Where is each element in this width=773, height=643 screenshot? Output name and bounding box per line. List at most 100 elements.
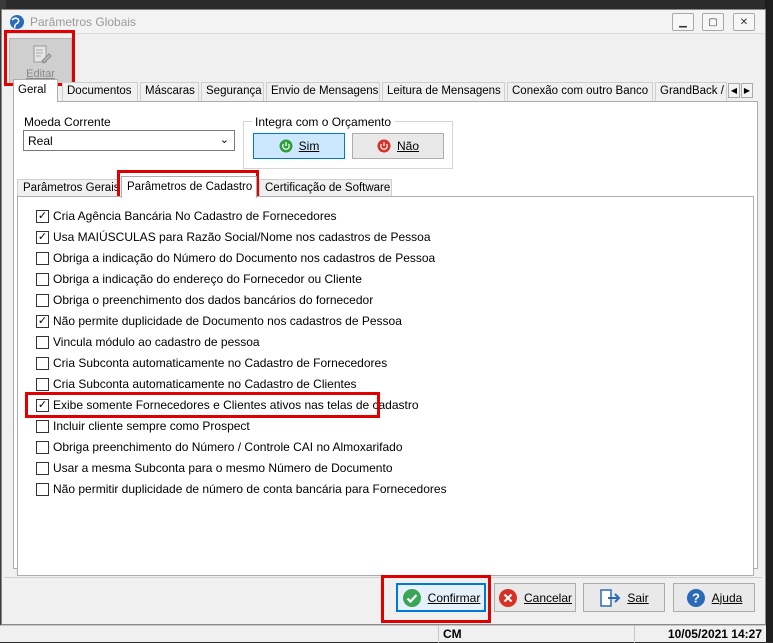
status-datetime: 10/05/2021 14:27 xyxy=(634,626,766,643)
moeda-select[interactable]: Real ⌄ xyxy=(23,130,235,151)
option-row[interactable]: Não permitir duplicidade de número de co… xyxy=(36,480,447,498)
sair-label: Sair xyxy=(627,590,649,605)
option-row[interactable]: ✓ Usa MAIÚSCULAS para Razão Social/Nome n… xyxy=(36,228,431,246)
checkbox-unchecked[interactable] xyxy=(36,272,49,286)
globe-icon xyxy=(10,15,24,29)
close-button[interactable]: ✕ xyxy=(733,13,755,31)
cancelar-button[interactable]: Cancelar xyxy=(494,583,576,612)
option-label: Cria Agência Bancária No Cadastro de For… xyxy=(53,209,337,223)
checkbox-unchecked[interactable] xyxy=(36,251,49,265)
maximize-icon: ▢ xyxy=(708,16,718,28)
option-label: Obriga preenchimento do Número / Control… xyxy=(53,440,403,454)
ajuda-button[interactable]: ? Ajuda xyxy=(673,583,755,612)
option-label: Não permite duplicidade de Documento nos… xyxy=(53,314,402,328)
background-right xyxy=(765,0,773,642)
checkbox-unchecked[interactable] xyxy=(36,461,49,475)
power-on-icon xyxy=(279,139,293,153)
option-label: Obriga o preenchimento dos dados bancári… xyxy=(53,293,374,307)
window-title: Parâmetros Globais xyxy=(30,15,137,29)
option-label: Cria Subconta automaticamente no Cadastr… xyxy=(53,377,357,391)
tab-leitura-mensagens[interactable]: Leitura de Mensagens xyxy=(382,82,505,101)
option-label: Vincula módulo ao cadastro de pessoa xyxy=(53,335,260,349)
tab-seguranca[interactable]: Segurança xyxy=(201,82,264,101)
checkbox-unchecked[interactable] xyxy=(36,356,49,370)
option-row[interactable]: Cria Subconta automaticamente no Cadastr… xyxy=(36,375,357,393)
check-circle-icon xyxy=(402,588,421,607)
checkbox-checked[interactable]: ✓ xyxy=(36,398,49,412)
tab-scroll-right-button[interactable]: ▶ xyxy=(741,83,753,98)
option-label: Incluir cliente sempre como Prospect xyxy=(53,419,250,433)
close-icon: ✕ xyxy=(739,16,749,28)
tab-geral[interactable]: Geral xyxy=(13,79,58,102)
checkbox-checked[interactable]: ✓ xyxy=(36,209,49,223)
cadastro-panel: ✓ Cria Agência Bancária No Cadastro de Fo… xyxy=(17,196,754,576)
cancel-circle-icon xyxy=(498,588,517,607)
option-row[interactable]: Vincula módulo ao cadastro de pessoa xyxy=(36,333,260,351)
minimize-button[interactable]: ▁ xyxy=(672,13,694,31)
option-row[interactable]: Obriga o preenchimento dos dados bancári… xyxy=(36,291,373,309)
option-row[interactable]: Cria Subconta automaticamente no Cadastr… xyxy=(36,354,387,372)
option-row[interactable]: ✓ Exibe somente Fornecedores e Clientes a… xyxy=(36,396,419,414)
checkmark-icon: ✓ xyxy=(37,230,48,243)
nao-label: Não xyxy=(396,139,419,153)
option-label: Usar a mesma Subconta para o mesmo Númer… xyxy=(53,461,393,475)
option-row[interactable]: ✓ Cria Agência Bancária No Cadastro de Fo… xyxy=(36,207,337,225)
option-row[interactable]: Incluir cliente sempre como Prospect xyxy=(36,417,250,435)
option-row[interactable]: Obriga a indicação do Número do Document… xyxy=(36,249,435,267)
cancelar-label: Cancelar xyxy=(523,590,573,605)
title-bar: Parâmetros Globais ▁ ▢ ✕ xyxy=(2,10,765,34)
option-label: Cria Subconta automaticamente no Cadastr… xyxy=(53,356,388,370)
tab-parametros-cadastro[interactable]: Parâmetros de Cadastro xyxy=(121,176,257,198)
checkbox-unchecked[interactable] xyxy=(36,419,49,433)
maximize-button[interactable]: ▢ xyxy=(702,13,724,31)
tab-grandback[interactable]: GrandBack / xyxy=(655,82,727,101)
checkbox-unchecked[interactable] xyxy=(36,482,49,496)
nao-button[interactable]: Não xyxy=(352,133,444,159)
moeda-value: Real xyxy=(28,134,53,148)
help-icon: ? xyxy=(686,588,705,607)
checkbox-checked[interactable]: ✓ xyxy=(36,230,49,244)
option-row[interactable]: Usar a mesma Subconta para o mesmo Númer… xyxy=(36,459,393,477)
checkbox-checked[interactable]: ✓ xyxy=(36,314,49,328)
moeda-label: Moeda Corrente xyxy=(24,115,111,129)
sub-tab-bar: Parâmetros Gerais Parâmetros de Cadastro… xyxy=(17,174,397,198)
arrow-left-icon: ◀ xyxy=(730,86,738,95)
option-label: Não permitir duplicidade de número de co… xyxy=(53,482,447,496)
sim-label: Sim xyxy=(298,139,320,153)
tab-documentos[interactable]: Documentos xyxy=(62,82,138,101)
bottom-button-bar: Confirmar Cancelar Sair ? Ajuda xyxy=(4,577,762,613)
tab-scroll-left-button[interactable]: ◀ xyxy=(728,83,740,98)
sim-button[interactable]: Sim xyxy=(253,133,345,159)
status-bar: CM 10/05/2021 14:27 xyxy=(0,625,766,643)
checkmark-icon: ✓ xyxy=(37,314,48,327)
option-label: Usa MAIÚSCULAS para Razão Social/Nome no… xyxy=(53,230,431,244)
chevron-down-icon: ⌄ xyxy=(219,134,229,146)
option-row[interactable]: Obriga a indicação do endereço do Fornec… xyxy=(36,270,362,288)
option-label: Exibe somente Fornecedores e Clientes at… xyxy=(53,398,419,412)
checkbox-unchecked[interactable] xyxy=(36,440,49,454)
svg-text:?: ? xyxy=(692,590,700,605)
checkmark-icon: ✓ xyxy=(37,398,48,411)
tab-mascaras[interactable]: Máscaras xyxy=(140,82,199,101)
option-row[interactable]: ✓ Não permite duplicidade de Documento no… xyxy=(36,312,402,330)
ajuda-label: Ajuda xyxy=(711,590,743,605)
confirmar-label: Confirmar xyxy=(427,590,481,605)
tab-conexao-banco[interactable]: Conexão com outro Banco xyxy=(507,82,653,101)
sair-button[interactable]: Sair xyxy=(583,583,665,612)
tab-envio-mensagens[interactable]: Envio de Mensagens xyxy=(266,82,380,101)
integra-label: Integra com o Orçamento xyxy=(252,115,395,129)
checkbox-unchecked[interactable] xyxy=(36,335,49,349)
checkbox-unchecked[interactable] xyxy=(36,377,49,391)
confirmar-button[interactable]: Confirmar xyxy=(396,583,486,612)
option-label: Obriga a indicação do Número do Document… xyxy=(53,251,436,265)
checkmark-icon: ✓ xyxy=(37,209,48,222)
edit-document-icon xyxy=(33,45,52,64)
status-user: CM xyxy=(438,626,634,643)
option-label: Obriga a indicação do endereço do Fornec… xyxy=(53,272,362,286)
exit-door-icon xyxy=(600,588,621,607)
power-off-icon xyxy=(377,139,391,153)
arrow-right-icon: ▶ xyxy=(743,86,751,95)
option-row[interactable]: Obriga preenchimento do Número / Control… xyxy=(36,438,403,456)
minimize-icon: ▁ xyxy=(679,16,687,28)
checkbox-unchecked[interactable] xyxy=(36,293,49,307)
